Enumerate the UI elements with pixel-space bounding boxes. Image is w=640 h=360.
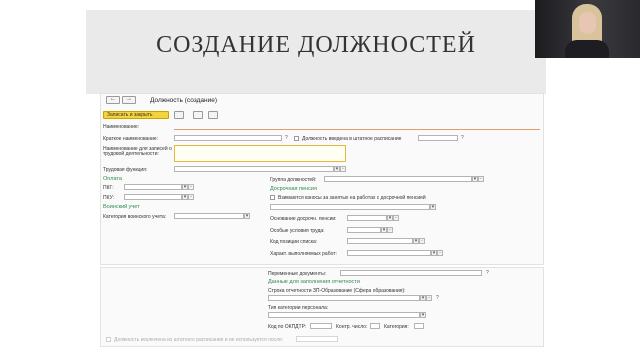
early-pension-checkbox-label: Взимаются взносы за занятых на работах с… [278, 195, 426, 201]
forward-arrow-icon: → [126, 96, 132, 102]
military-header: Воинский учет [103, 204, 140, 210]
pkg-field[interactable] [124, 184, 182, 190]
reporting-row-help[interactable]: ? [436, 295, 439, 301]
reporting-row-field[interactable] [268, 295, 420, 301]
excluded-date-field[interactable] [296, 336, 338, 342]
name-field-underline[interactable] [174, 129, 540, 130]
position-code-link-icon[interactable]: ◦ [419, 238, 425, 244]
short-name-help[interactable]: ? [285, 135, 288, 141]
transfer-docs-field[interactable] [340, 270, 482, 276]
pku-field[interactable] [124, 194, 182, 200]
special-conditions-field[interactable] [347, 227, 381, 233]
category-label: Категория: [384, 324, 409, 330]
forward-button[interactable]: → [122, 96, 136, 104]
back-button[interactable]: ← [106, 96, 120, 104]
labor-function-link-icon[interactable]: ◦ [340, 166, 346, 172]
control-number-label: Контр. число: [336, 324, 368, 330]
special-conditions-link-icon[interactable]: ◦ [387, 227, 393, 233]
list-icon[interactable] [193, 111, 203, 119]
reporting-row-link-icon[interactable]: ◦ [426, 295, 432, 301]
okpdtr-field[interactable] [310, 323, 332, 329]
floppy-icon[interactable] [174, 111, 184, 119]
name-label: Наименование: [103, 124, 140, 130]
personnel-category-label: Тип категории персонала: [268, 305, 329, 311]
work-characteristic-label: Характ. выполняемых работ: [270, 251, 337, 257]
slide-title: СОЗДАНИЕ ДОЛЖНОСТЕЙ [156, 32, 476, 58]
early-pension-header: Досрочная пенсия [270, 186, 317, 192]
position-group-label: Группа должностей: [270, 177, 317, 183]
staff-checkbox-label: Должность введена в штатное расписание [302, 136, 402, 142]
labor-function-label: Трудовая функция: [103, 167, 148, 173]
early-basis-label: Основание досрочн. пенсии: [270, 216, 337, 222]
short-name-label: Краткое наименование: [103, 136, 159, 142]
special-conditions-label: Особые условия труда: [270, 228, 325, 234]
pku-label: ПКУ: [103, 195, 115, 201]
early-pension-field[interactable] [270, 204, 430, 210]
military-category-dropdown-icon[interactable]: ▾ [244, 213, 250, 219]
early-pension-checkbox[interactable] [270, 195, 275, 200]
presenter-face [579, 12, 596, 34]
reporting-header: Данные для заполнения отчетности [268, 279, 360, 285]
transfer-docs-label: Переменные документы: [268, 271, 327, 277]
position-create-form: ← → Должность (создание) Записать и закр… [100, 93, 544, 360]
short-name-field[interactable] [174, 135, 282, 141]
staff-checkbox[interactable] [294, 136, 299, 141]
early-basis-link-icon[interactable]: ◦ [393, 215, 399, 221]
early-pension-dropdown-icon[interactable]: ▾ [430, 204, 436, 210]
pkg-label: ПКГ: [103, 185, 114, 191]
pkg-link-icon[interactable]: ◦ [188, 184, 194, 190]
early-basis-field[interactable] [347, 215, 387, 221]
reporting-row-label: Строка отчетности ЗП-Образование (Сфера … [268, 288, 406, 294]
military-category-field[interactable] [174, 213, 244, 219]
staff-date-field[interactable] [418, 135, 458, 141]
staff-date-help[interactable]: ? [461, 135, 464, 141]
labor-function-field[interactable] [174, 166, 334, 172]
transfer-docs-help[interactable]: ? [486, 270, 489, 276]
okpdtr-label: Код по ОКПДТР: [268, 324, 307, 330]
save-close-button[interactable]: Записать и закрыть [103, 111, 169, 119]
presenter-body [565, 40, 609, 58]
back-arrow-icon: ← [110, 96, 116, 102]
window-title: Должность (создание) [150, 97, 217, 104]
personnel-category-field[interactable] [268, 312, 420, 318]
work-characteristic-field[interactable] [347, 250, 431, 256]
work-characteristic-link-icon[interactable]: ◦ [437, 250, 443, 256]
position-group-field[interactable] [324, 176, 472, 182]
excluded-checkbox[interactable] [106, 337, 111, 342]
military-category-label: Категория воинского учета: [103, 214, 167, 220]
personnel-category-dropdown-icon[interactable]: ▾ [420, 312, 426, 318]
excluded-checkbox-label: Должность исключена из штатного расписан… [114, 337, 284, 343]
docs-name-field[interactable] [174, 145, 346, 162]
webcam-video [535, 0, 640, 58]
position-group-link-icon[interactable]: ◦ [478, 176, 484, 182]
print-icon[interactable] [208, 111, 218, 119]
position-code-field[interactable] [347, 238, 413, 244]
docs-name-label: Наименование для записей о трудовой деят… [103, 146, 172, 157]
pku-link-icon[interactable]: ◦ [188, 194, 194, 200]
category-field[interactable] [414, 323, 424, 329]
stage: СОЗДАНИЕ ДОЛЖНОСТЕЙ ← → Должность (созда… [0, 0, 640, 360]
position-code-label: Код позиции списка: [270, 239, 318, 245]
control-number-field[interactable] [370, 323, 380, 329]
payment-header: Оплата [103, 176, 122, 182]
